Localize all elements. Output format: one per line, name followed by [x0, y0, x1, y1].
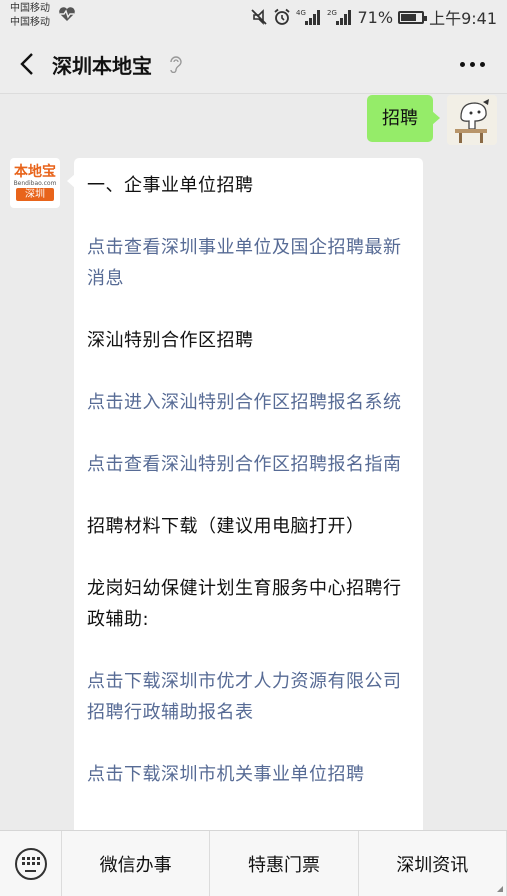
link-download-partial[interactable]: 点击下载深圳市机关事业单位招聘 — [87, 759, 411, 790]
logo-city: 深圳 — [16, 188, 54, 201]
back-arrow-icon[interactable] — [18, 52, 36, 76]
bot-avatar[interactable]: 本地宝 Bendibao.com 深圳 — [10, 158, 60, 208]
chat-area[interactable]: 招聘 本地宝 Bendibao.com 深圳 一、企事业单位招聘 点击查看深圳事… — [0, 95, 507, 830]
menu-wechat-services[interactable]: 微信办事 — [62, 831, 211, 896]
user-avatar[interactable] — [447, 95, 497, 145]
user-message-bubble[interactable]: 招聘 — [367, 95, 440, 142]
net-1-label: 4G — [296, 9, 306, 17]
link-shenshan-registration[interactable]: 点击进入深汕特别合作区招聘报名系统 — [87, 387, 411, 418]
net-2-label: 2G — [327, 9, 337, 17]
status-bar: 中国移动 中国移动 4G 2G 71% 上午9:41 — [0, 0, 507, 34]
cartoon-avatar-icon — [447, 95, 497, 145]
battery-percent: 71% — [357, 7, 394, 27]
more-options-icon[interactable] — [460, 62, 485, 67]
menu-discount-tickets[interactable]: 特惠门票 — [210, 831, 359, 896]
bot-message-bubble: 一、企事业单位招聘 点击查看深圳事业单位及国企招聘最新消息 深汕特别合作区招聘 … — [67, 158, 423, 830]
battery-icon — [398, 10, 428, 24]
mute-icon — [250, 9, 267, 25]
alarm-icon — [273, 8, 290, 25]
logo-text: 本地宝 — [14, 164, 56, 180]
chat-title: 深圳本地宝 — [52, 54, 152, 78]
signal-2g-icon: 2G — [327, 9, 351, 25]
link-public-institution-jobs[interactable]: 点击查看深圳事业单位及国企招聘最新消息 — [87, 232, 411, 294]
bottom-menu: 微信办事 特惠门票 深圳资讯 — [0, 830, 507, 896]
corner-triangle-icon — [497, 886, 503, 892]
title-bar: 深圳本地宝 — [0, 34, 507, 94]
section-shenshan: 深汕特别合作区招聘 — [87, 330, 254, 351]
ear-icon — [170, 56, 182, 73]
section-longgang: 龙岗妇幼保健计划生育服务中心招聘行政辅助: — [87, 578, 402, 630]
status-time: 上午9:41 — [429, 9, 497, 28]
keyboard-toggle[interactable] — [0, 831, 62, 896]
carrier-1: 中国移动 — [10, 3, 50, 14]
link-shenshan-guide[interactable]: 点击查看深汕特别合作区招聘报名指南 — [87, 449, 411, 480]
signal-4g-icon: 4G — [296, 9, 320, 25]
link-download-form[interactable]: 点击下载深圳市优才人力资源有限公司招聘行政辅助报名表 — [87, 666, 411, 728]
section-materials: 招聘材料下载（建议用电脑打开） — [87, 516, 365, 537]
heart-rate-icon — [59, 7, 75, 21]
logo-site: Bendibao.com — [13, 180, 57, 187]
menu-shenzhen-news[interactable]: 深圳资讯 — [359, 831, 507, 896]
message-heading: 一、企事业单位招聘 — [87, 175, 254, 196]
keyboard-icon — [14, 847, 47, 880]
carrier-2: 中国移动 — [10, 17, 50, 28]
